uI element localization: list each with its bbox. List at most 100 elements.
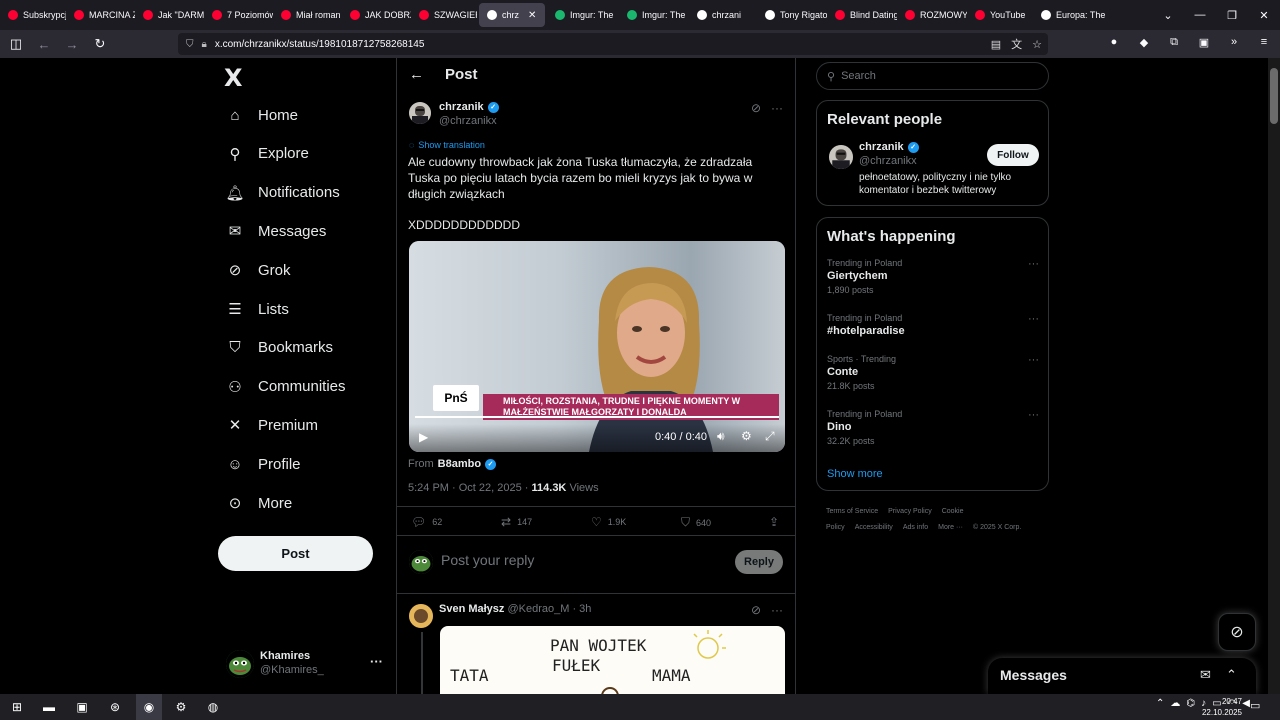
footer-link[interactable]: Privacy Policy [888,508,932,515]
person-avatar[interactable] [829,145,853,169]
nav-item-bookmarks[interactable]: ⛉ Bookmarks [226,333,333,363]
grok-explain-icon[interactable]: ⊘ [751,101,761,115]
close-window-icon[interactable]: ✕ [1248,0,1280,30]
author-name[interactable]: chrzanik ✓ [439,101,499,113]
shield-icon[interactable]: ⛉ [186,39,194,50]
more-options-icon[interactable]: ··· [771,101,783,115]
tweet-time[interactable]: 5:24 PM · Oct 22, 2025 · [408,482,532,494]
play-icon[interactable]: ▶ [419,430,428,444]
browser-tab[interactable]: chrz ✕ [479,3,545,27]
back-arrow-icon[interactable]: ← [409,66,424,83]
nav-item-communities[interactable]: ⚇ Communities [226,372,345,402]
extension-badge-icon[interactable]: ▣ [1196,34,1212,50]
more-dots-icon[interactable]: ··· [370,654,383,669]
scrollbar-thumb[interactable] [1270,68,1278,124]
overflow-menu-icon[interactable]: » [1226,34,1242,50]
tab-label[interactable]: SZWAGIER [434,10,477,20]
url-text[interactable]: x.com/chrzanikx/status/19810187127582681… [215,39,425,50]
browser-tab[interactable]: 7 Poziomów [204,0,273,30]
trend-item[interactable]: Trending in Poland Giertychem 1,890 posts ·… [827,258,1039,295]
browser-tab[interactable]: chrzani [689,0,757,30]
tab-label[interactable]: Miał roman [296,10,341,20]
firefox-icon[interactable]: ◉ [140,698,158,716]
nav-item-premium[interactable]: ✕ Premium [226,410,318,440]
tab-list-icon[interactable]: ⌄ [1152,0,1184,30]
reply-button[interactable]: Reply [735,550,783,574]
extensions-icon[interactable]: ⧉ [1166,34,1182,50]
new-message-icon[interactable]: ✉ [1200,667,1211,683]
show-translation-link[interactable]: ◌ Show translation [409,140,485,150]
author-handle[interactable]: @chrzanikx [439,115,497,127]
cloud-icon[interactable]: ☁ [1170,698,1180,709]
app-icon[interactable]: ◍ [204,698,222,716]
reply-action[interactable]: 💬︎ 62 [411,515,442,529]
tab-label[interactable]: Jak "DARMO [158,10,204,20]
tab-close-icon[interactable]: ✕ [528,10,536,21]
translate-icon[interactable]: 文 [1011,36,1022,52]
trend-item[interactable]: Sports · Trending Conte 21.8K posts ··· [827,354,1039,391]
nav-item-messages[interactable]: ✉ Messages [226,216,327,246]
bookmark-action[interactable]: ⛉ 640 [681,515,711,530]
expand-up-icon[interactable]: ⌃ [1226,667,1237,683]
browser-tab[interactable]: Jak "DARMO [135,0,204,30]
nav-item-more[interactable]: ⊙ More [226,488,292,518]
browser-tab[interactable]: Imgur: The [547,0,619,30]
nav-item-notifications[interactable]: 🔔︎ Notifications [225,178,339,208]
reply-image[interactable]: PAN WOJTEK FUŁEK TATA MAMA [440,626,785,694]
url-bar[interactable]: ⛉ 🔒︎ x.com/chrzanikx/status/198101871275… [178,33,1048,55]
search-input[interactable]: ⚲ Search [816,62,1049,90]
browser-tab[interactable]: Tony Rigato [757,0,827,30]
messages-drawer[interactable]: Messages ✉ ⌃ [988,658,1256,694]
browser-tab[interactable]: Imgur: The [619,0,689,30]
grok-floating-button[interactable]: ⊘ [1218,613,1256,651]
tab-label[interactable]: MARCINA Z [89,10,135,20]
browser-tab[interactable]: Blind Dating [827,0,897,30]
reply-author-name[interactable]: Sven Małysz [439,603,504,615]
nav-item-profile[interactable]: ☺ Profile [226,449,300,479]
volume-tray-icon[interactable]: ◀ [1242,698,1250,709]
nav-item-explore[interactable]: ⚲ Explore [226,139,309,169]
tab-label[interactable]: Europa: The [1056,10,1105,20]
reader-view-icon[interactable]: ▤ [991,38,1001,51]
trend-item[interactable]: Trending in Poland #hotelparadise ··· [827,313,1039,340]
footer-link[interactable]: © 2025 X Corp. [973,524,1021,531]
trend-more-icon[interactable]: ··· [1028,313,1039,325]
nav-item-grok[interactable]: ⊘ Grok [226,255,291,285]
nav-item-home[interactable]: ⌂ Home [226,100,298,130]
minimize-icon[interactable]: — [1184,0,1216,30]
tab-label[interactable]: Tony Rigato [780,10,827,20]
tab-label[interactable]: Imgur: The [570,10,613,20]
person-name-text[interactable]: chrzanik [859,141,904,153]
trend-item[interactable]: Trending in Poland Dino 32.2K posts ··· [827,409,1039,446]
tab-label[interactable]: YouTube [990,10,1025,20]
tab-label[interactable]: Blind Dating [850,10,897,20]
browser-tab[interactable]: Subskrypcje [0,0,66,30]
reply-author[interactable]: Sven Małysz @Kedrao_M · 3h [439,603,591,615]
nav-item-lists[interactable]: ☰ Lists [226,294,289,324]
tab-label[interactable]: Imgur: The [642,10,685,20]
reply-author-meta[interactable]: @Kedrao_M · 3h [507,603,591,615]
page-scrollbar[interactable] [1268,58,1280,694]
show-more-link[interactable]: Show more [827,468,883,480]
x-logo[interactable]: X [224,64,243,92]
browser-tab[interactable]: Miał roman [273,0,342,30]
footer-link[interactable]: Terms of Service [826,508,878,515]
author-avatar[interactable] [409,102,431,124]
lock-icon[interactable]: 🔒︎ [202,39,207,50]
share-action[interactable]: ⇪ [769,515,779,529]
notification-center-icon[interactable]: ▭ [1250,699,1260,712]
follow-button[interactable]: Follow [987,144,1039,166]
tab-label[interactable]: chrzani [712,10,741,20]
fullscreen-icon[interactable]: ⤢ [765,429,775,444]
maximize-icon[interactable]: ❐ [1216,0,1248,30]
network-icon[interactable]: ⌬ [1186,698,1195,709]
menu-icon[interactable]: ≡ [1256,34,1272,50]
volume-icon[interactable]: 🔊︎ [717,429,725,444]
back-icon[interactable]: ← [32,32,56,56]
taskbar-clock[interactable]: 20:47 22.10.2025 [1198,696,1242,718]
start-windows-icon[interactable]: ⊞ [8,698,26,716]
video-player[interactable]: PnŚ MIŁOŚCI, ROZSTANIA, TRUDNE I PIĘKNE … [409,241,785,452]
trend-more-icon[interactable]: ··· [1028,409,1039,421]
browser-tab[interactable]: Europa: The [1033,0,1117,30]
account-switcher[interactable]: Khamires @Khamires_ ··· [226,646,386,686]
